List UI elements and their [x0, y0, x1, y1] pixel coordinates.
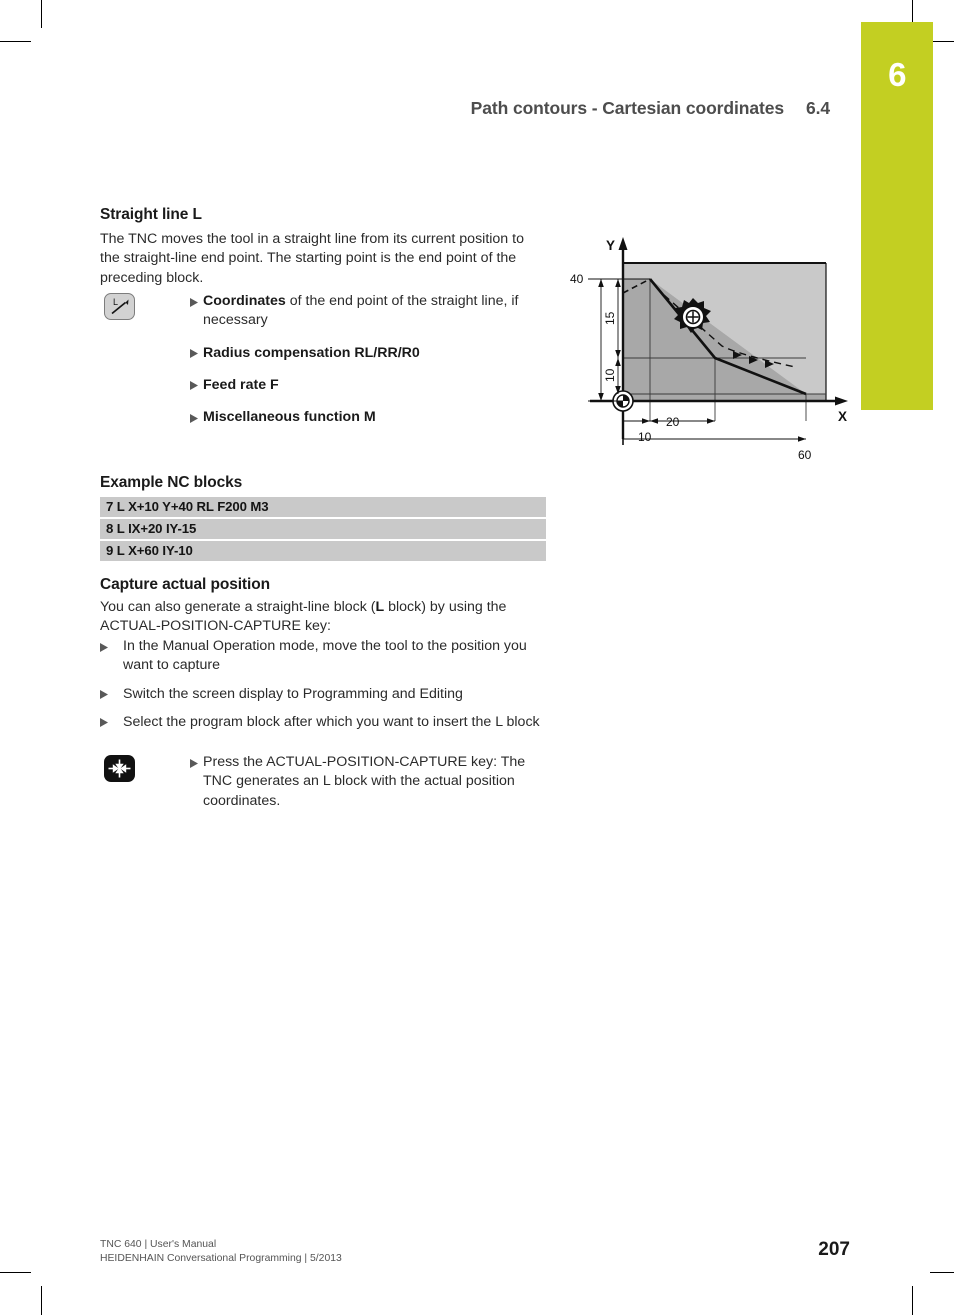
page-number: 207 — [818, 1239, 850, 1260]
list-item-label: In the Manual Operation mode, move the t… — [123, 638, 527, 674]
bullet-triangle-icon — [100, 718, 123, 728]
crop-mark-bottom-right-vertical — [912, 1286, 914, 1315]
dimension-x-total: 60 — [798, 448, 812, 462]
running-header-section: 6.4 — [805, 98, 830, 118]
crop-mark-bottom-left-vertical — [41, 1286, 43, 1315]
footer-line-1: TNC 640 | User's Manual — [100, 1239, 217, 1250]
capture-step-list: In the Manual Operation mode, move the t… — [100, 637, 546, 732]
table-row: 7 L X+10 Y+40 RL F200 M3 — [100, 497, 546, 517]
running-header-title: Path contours - Cartesian coordinates — [470, 98, 784, 118]
list-item: Press the ACTUAL-POSITION-CAPTURE key: T… — [190, 753, 546, 811]
bullet-triangle-icon — [190, 297, 203, 307]
list-item: Switch the screen display to Programming… — [100, 685, 546, 704]
straight-line-L-key-icon: L — [104, 293, 135, 320]
capture-intro-bold: L — [375, 599, 385, 615]
bullet-triangle-icon — [190, 413, 203, 423]
table-row: 9 L X+60 IY-10 — [100, 541, 546, 561]
list-item-label: Press the ACTUAL-POSITION-CAPTURE key: T… — [203, 754, 526, 809]
list-item-label: Select the program block after which you… — [123, 713, 540, 730]
parameter-list: Coordinates of the end point of the stra… — [190, 292, 546, 427]
list-item: Miscellaneous function M — [190, 408, 546, 427]
dimension-y-lower: 10 — [603, 368, 617, 382]
axis-y-label: Y — [606, 238, 615, 253]
bullet-triangle-icon — [100, 642, 123, 652]
bullet-triangle-icon — [190, 349, 203, 359]
list-item-label: Radius compensation RL/RR/R0 — [203, 344, 420, 361]
dimension-y-upper: 15 — [603, 311, 617, 325]
straight-line-contour-diagram: Y X 40 15 10 20 10 60 — [570, 225, 860, 465]
list-item-label: Switch the screen display to Programming… — [123, 685, 463, 702]
footer-imprint: TNC 640 | User's Manual HEIDENHAIN Conve… — [100, 1238, 342, 1265]
dimension-x-first: 10 — [638, 430, 652, 444]
capture-heading: Capture actual position — [100, 576, 270, 593]
list-item-label: Miscellaneous function M — [203, 409, 376, 426]
crop-mark-bottom-right-horizontal — [930, 1272, 954, 1274]
list-item-label: Feed rate F — [203, 376, 279, 393]
list-item: In the Manual Operation mode, move the t… — [100, 637, 546, 676]
chapter-number: 6 — [888, 56, 906, 93]
crop-mark-top-left-vertical — [41, 0, 43, 28]
nc-blocks-heading: Example NC blocks — [100, 474, 243, 491]
table-row: 8 L IX+20 IY-15 — [100, 519, 546, 539]
crop-mark-top-right-horizontal — [930, 41, 954, 43]
crop-mark-top-left-horizontal — [0, 41, 31, 43]
list-item: Radius compensation RL/RR/R0 — [190, 344, 546, 363]
list-item-label: Coordinates of the end point of the stra… — [203, 292, 546, 331]
footer-line-2: HEIDENHAIN Conversational Programming | … — [100, 1252, 342, 1264]
capture-final-step: Press the ACTUAL-POSITION-CAPTURE key: T… — [190, 753, 546, 811]
capture-intro-part1: You can also generate a straight-line bl… — [100, 599, 376, 615]
list-item-keyword: Coordinates — [203, 293, 286, 309]
crop-mark-bottom-left-horizontal — [0, 1272, 31, 1274]
capture-intro-paragraph: You can also generate a straight-line bl… — [100, 598, 526, 637]
bullet-triangle-icon — [190, 381, 203, 391]
bullet-triangle-icon — [100, 690, 123, 700]
nc-blocks-table: 7 L X+10 Y+40 RL F200 M3 8 L IX+20 IY-15… — [100, 497, 546, 563]
actual-position-capture-key-icon — [104, 755, 135, 782]
page-title: Straight line L — [100, 206, 202, 223]
intro-paragraph: The TNC moves the tool in a straight lin… — [100, 231, 524, 286]
axis-x-label: X — [838, 409, 847, 424]
running-header: Path contours - Cartesian coordinates 6.4 — [100, 98, 830, 119]
list-item: Feed rate F — [190, 376, 546, 395]
svg-text:L: L — [113, 297, 118, 307]
bullet-triangle-icon — [190, 758, 203, 768]
crop-mark-top-right-vertical — [912, 0, 914, 22]
list-item: Select the program block after which you… — [100, 713, 546, 732]
dimension-x-step: 20 — [666, 415, 680, 429]
dimension-y-total: 40 — [570, 272, 584, 286]
list-item: Coordinates of the end point of the stra… — [190, 292, 546, 331]
